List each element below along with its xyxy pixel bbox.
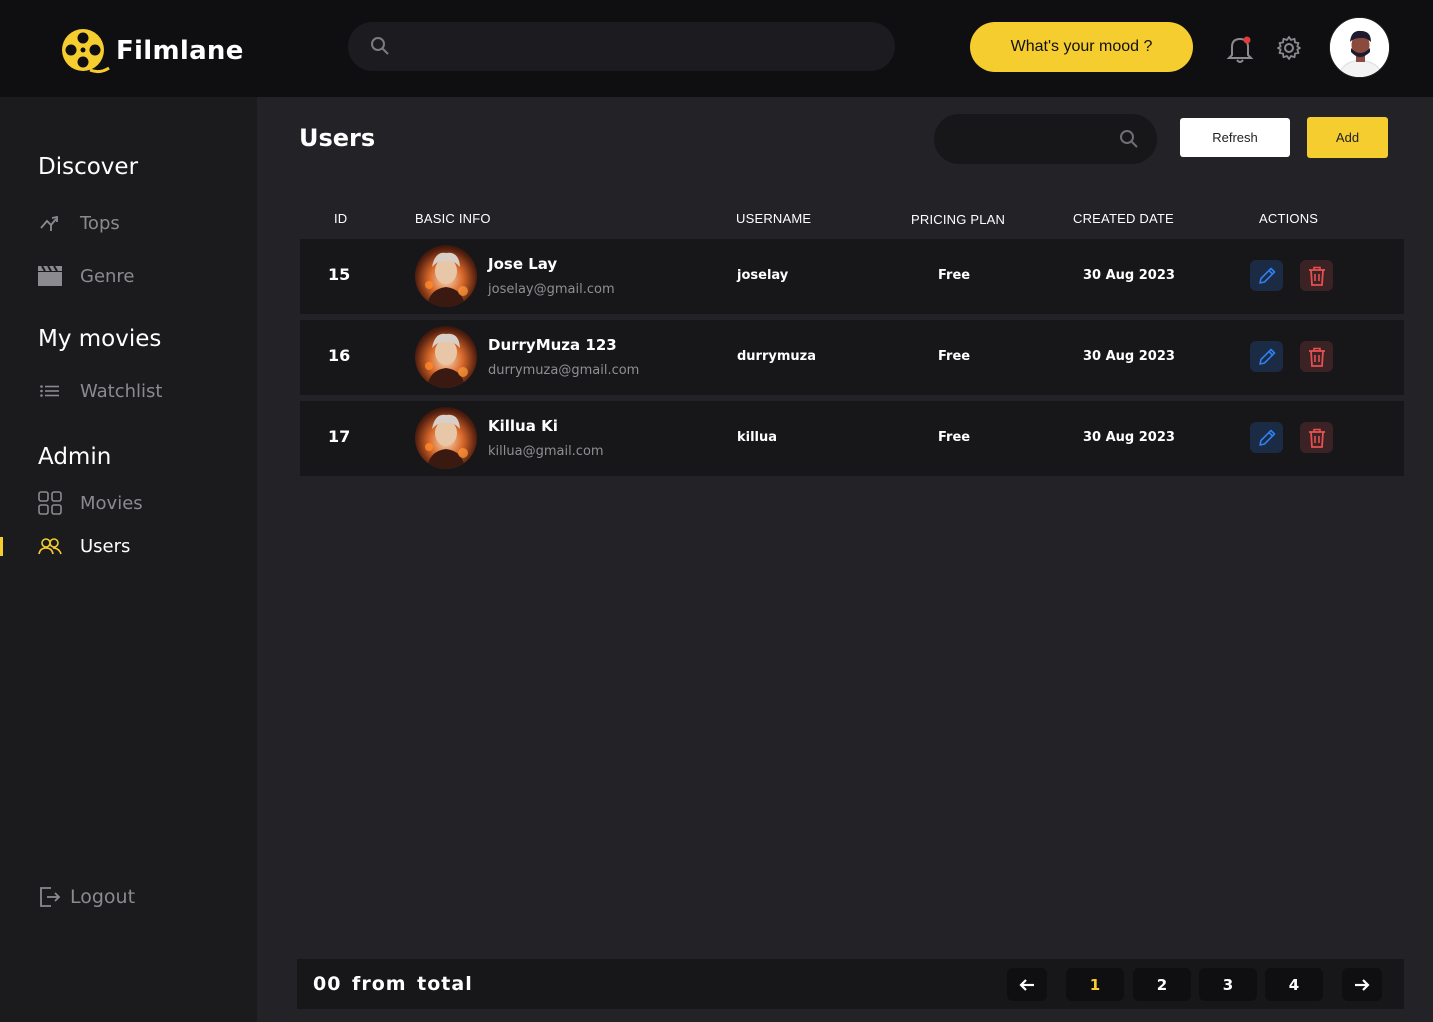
delete-button[interactable]	[1300, 260, 1333, 291]
sidebar-item-label: Users	[80, 535, 131, 557]
row-id: 17	[328, 427, 351, 446]
user-portrait-icon	[1330, 18, 1389, 77]
user-avatar[interactable]	[1329, 17, 1390, 78]
pricing-plan-cell: Free	[938, 349, 971, 364]
user-name: DurryMuza 123	[488, 336, 617, 354]
trash-icon	[1308, 347, 1325, 367]
refresh-button[interactable]: Refresh	[1180, 118, 1290, 157]
username-cell: joselay	[737, 268, 789, 283]
prev-page-button[interactable]	[1007, 968, 1047, 1001]
settings-gear-icon[interactable]	[1276, 35, 1302, 61]
user-email: durrymuza@gmail.com	[488, 363, 640, 378]
total-count-text: 00 from total	[313, 973, 473, 995]
pencil-icon	[1258, 348, 1275, 365]
table-row[interactable]: 16 DurryMuza 123 durrymuza@gmail.com dur…	[300, 320, 1404, 395]
mood-button[interactable]: What's your mood ?	[970, 22, 1193, 72]
grid-icon	[38, 491, 62, 515]
main-content: Users Refresh Add ID BASIC INFO USERNAME…	[257, 97, 1433, 1022]
film-reel-icon	[62, 29, 110, 74]
edit-button[interactable]	[1250, 260, 1283, 291]
pricing-plan-cell: Free	[938, 268, 971, 283]
column-header-actions: ACTIONS	[1259, 211, 1319, 226]
user-name: Killua Ki	[488, 417, 558, 435]
column-header-pricing-plan: PRICING PLAN	[911, 212, 1006, 227]
trending-icon	[38, 211, 62, 235]
username-cell: killua	[737, 430, 778, 445]
sidebar-item-genre[interactable]: Genre	[38, 264, 135, 288]
delete-button[interactable]	[1300, 422, 1333, 453]
arrow-right-icon	[1355, 978, 1370, 991]
top-bar: Filmlane What's your mood ?	[0, 0, 1433, 97]
notification-bell-icon[interactable]	[1226, 34, 1254, 64]
section-title-admin: Admin	[38, 444, 112, 470]
username-cell: durrymuza	[737, 349, 816, 364]
row-id: 15	[328, 265, 351, 284]
column-header-id: ID	[334, 211, 348, 226]
logout-icon	[38, 885, 62, 909]
table-row[interactable]: 17 Killua Ki killua@gmail.com killua Fre…	[300, 401, 1404, 476]
add-user-button[interactable]: Add	[1307, 117, 1388, 158]
section-title-discover: Discover	[38, 154, 139, 180]
user-avatar-thumbnail	[415, 326, 477, 388]
page-button-3[interactable]: 3	[1199, 968, 1257, 1001]
arrow-left-icon	[1019, 978, 1034, 991]
user-avatar-thumbnail	[415, 407, 477, 469]
sidebar-item-tops[interactable]: Tops	[38, 211, 120, 235]
pagination-bar: 00 from total 1 2 3 4	[297, 959, 1404, 1009]
row-id: 16	[328, 346, 351, 365]
sidebar-item-label: Tops	[80, 212, 120, 234]
search-icon	[1120, 130, 1138, 148]
user-email: killua@gmail.com	[488, 444, 604, 459]
list-icon	[38, 379, 62, 403]
page-title: Users	[299, 124, 376, 152]
column-header-username: USERNAME	[736, 211, 812, 226]
brand-logo[interactable]: Filmlane	[60, 28, 244, 74]
global-search-input[interactable]	[348, 22, 895, 71]
pencil-icon	[1258, 267, 1275, 284]
user-name: Jose Lay	[488, 255, 558, 273]
brand-name: Filmlane	[116, 36, 244, 66]
sidebar-item-users[interactable]: Users	[38, 534, 130, 558]
sidebar-item-label: Watchlist	[80, 380, 163, 402]
section-title-my-movies: My movies	[38, 326, 162, 352]
sidebar: Discover Tops Genre My movies Watchlist …	[0, 97, 257, 1022]
user-avatar-thumbnail	[415, 245, 477, 307]
pencil-icon	[1258, 429, 1275, 446]
trash-icon	[1308, 428, 1325, 448]
active-indicator	[0, 537, 3, 556]
clapperboard-icon	[38, 264, 62, 288]
sidebar-item-watchlist[interactable]: Watchlist	[38, 379, 162, 403]
column-header-basic-info: BASIC INFO	[415, 211, 491, 226]
created-date-cell: 30 Aug 2023	[1083, 349, 1175, 364]
column-header-created-date: CREATED DATE	[1073, 211, 1174, 226]
users-icon	[38, 534, 62, 558]
logout-label: Logout	[70, 886, 136, 908]
logout-button[interactable]: Logout	[38, 885, 135, 909]
page-button-4[interactable]: 4	[1265, 968, 1323, 1001]
user-email: joselay@gmail.com	[488, 282, 615, 297]
edit-button[interactable]	[1250, 341, 1283, 372]
delete-button[interactable]	[1300, 341, 1333, 372]
created-date-cell: 30 Aug 2023	[1083, 268, 1175, 283]
next-page-button[interactable]	[1342, 968, 1382, 1001]
sidebar-item-label: Movies	[80, 492, 143, 514]
pricing-plan-cell: Free	[938, 430, 971, 445]
edit-button[interactable]	[1250, 422, 1283, 453]
search-icon	[371, 37, 389, 55]
table-row[interactable]: 15 Jose Lay joselay@gmail.com joselay Fr…	[300, 239, 1404, 314]
sidebar-item-movies[interactable]: Movies	[38, 491, 143, 515]
users-search-input[interactable]	[934, 114, 1157, 164]
page-button-1[interactable]: 1	[1066, 968, 1124, 1001]
created-date-cell: 30 Aug 2023	[1083, 430, 1175, 445]
sidebar-item-label: Genre	[80, 265, 135, 287]
page-button-2[interactable]: 2	[1133, 968, 1191, 1001]
trash-icon	[1308, 266, 1325, 286]
